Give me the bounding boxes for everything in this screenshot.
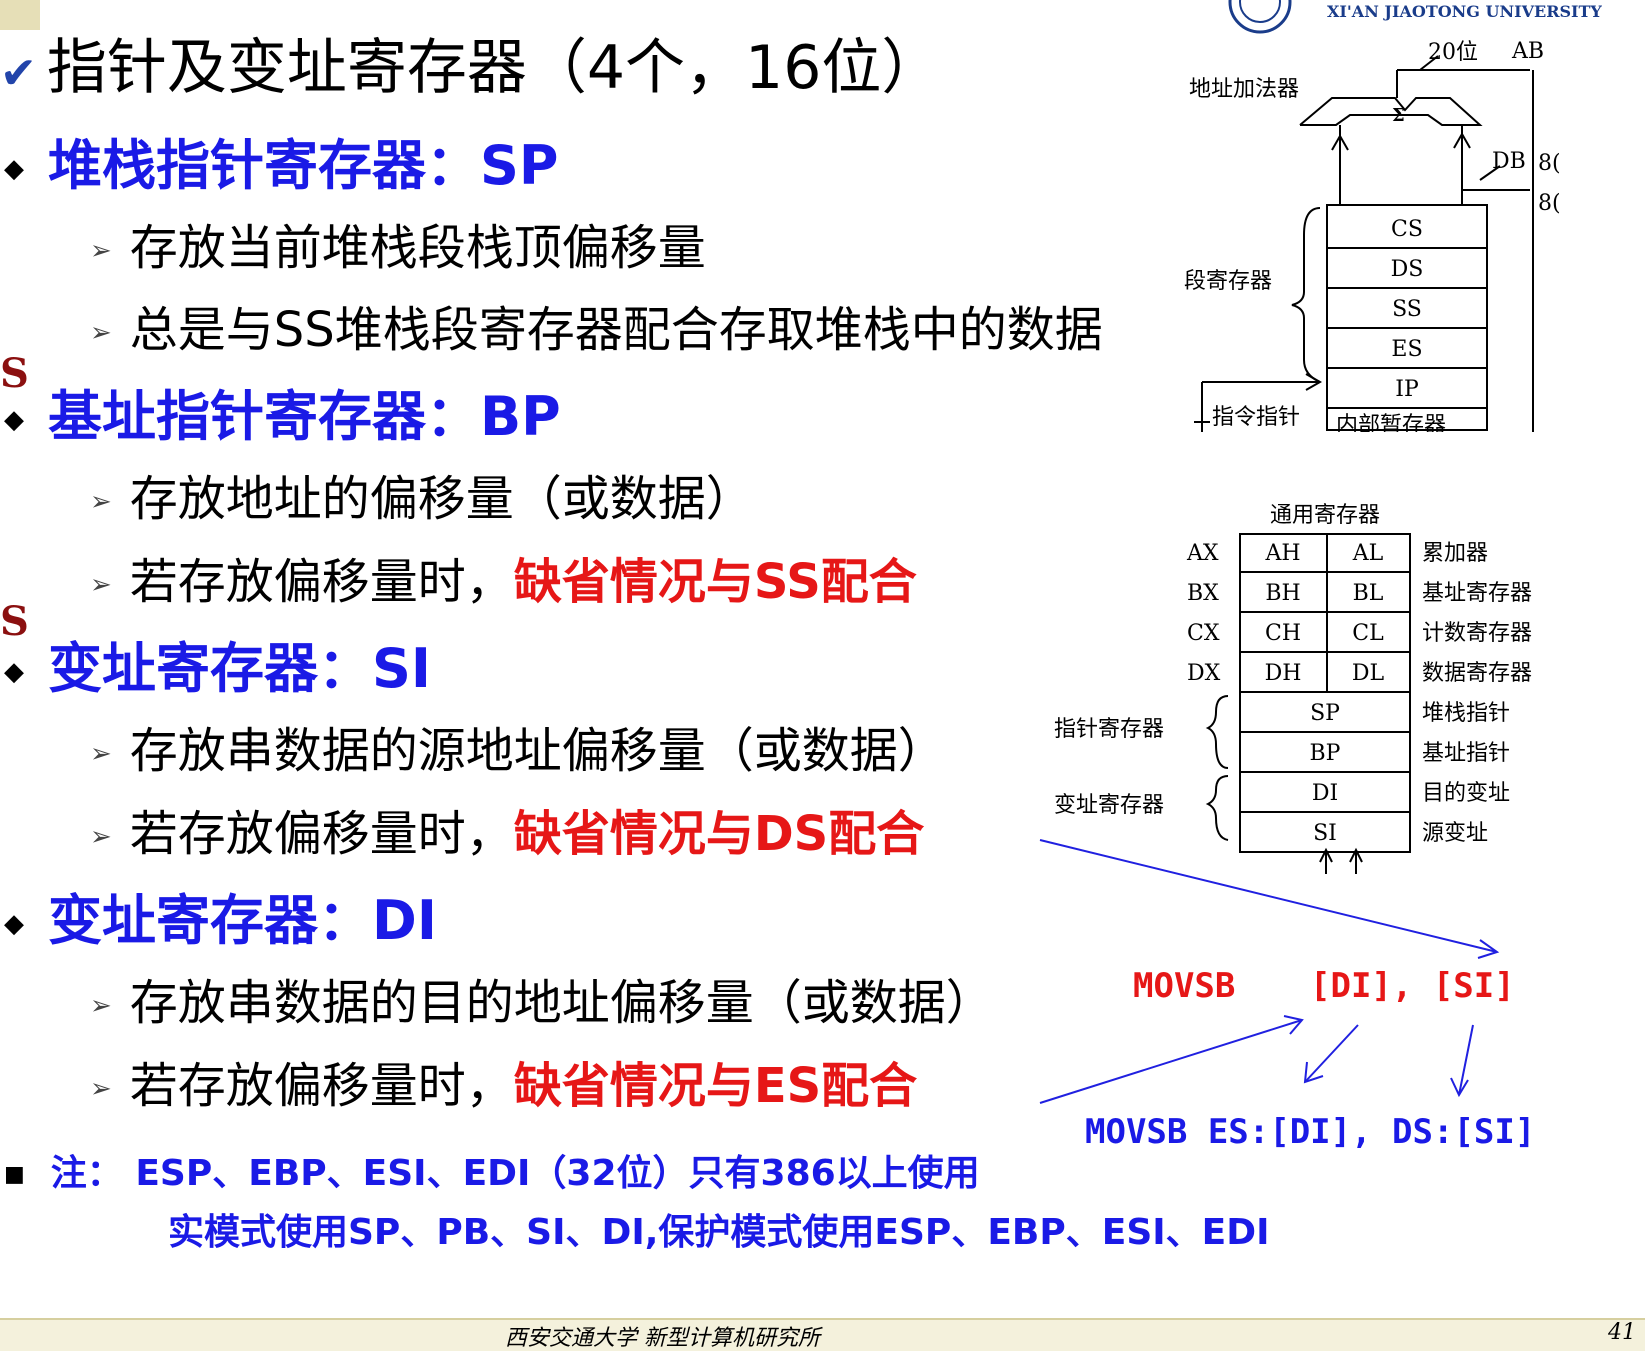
adder-label: 地址加法器 bbox=[1189, 77, 1299, 102]
general-registers-title: 通用寄存器 bbox=[1270, 503, 1380, 528]
desc-di: 目的变址 bbox=[1422, 781, 1510, 806]
highlight-text: 缺省情况与DS配合 bbox=[513, 806, 925, 862]
arrow-si-down bbox=[1458, 1024, 1474, 1096]
footer-bar: 西安交通大学 新型计算机研究所 41 bbox=[0, 1318, 1645, 1351]
db-width-cut: 8( bbox=[1538, 151, 1561, 176]
check-icon: ✔ bbox=[0, 48, 37, 99]
arrow-bullet-icon: ➢ bbox=[90, 991, 112, 1021]
title-text: 指针及变址寄存器（4个，16位） bbox=[46, 33, 942, 103]
segment-group-label: 段寄存器 bbox=[1184, 269, 1272, 294]
diamond-bullet-icon: ◆ bbox=[4, 909, 24, 940]
arrowhead-icon bbox=[1477, 939, 1500, 959]
logo-text: XI'AN JIAOTONG UNIVERSITY bbox=[1327, 2, 1602, 21]
pointer-label: 指令指针 bbox=[1212, 405, 1300, 430]
reg-bp: BP bbox=[1310, 741, 1341, 766]
note-line-2: 实模式使用SP、PB、SI、DI,保护模式使用ESP、EBP、ESI、EDI bbox=[168, 1212, 1270, 1253]
db-width-cut: 8( bbox=[1538, 191, 1561, 216]
pointer-group-label: 指针寄存器 bbox=[1054, 717, 1164, 742]
footer-institute: 西安交通大学 新型计算机研究所 bbox=[505, 1326, 820, 1351]
reg-ah: AH bbox=[1264, 541, 1300, 566]
corner-block bbox=[0, 0, 40, 30]
arrowhead-icon bbox=[1283, 1015, 1304, 1035]
section-heading-di: ◆ 变址寄存器：DI bbox=[4, 889, 437, 952]
reg-cx: CX bbox=[1187, 621, 1220, 646]
highlight-text: 缺省情况与SS配合 bbox=[513, 554, 917, 610]
desc-bx: 基址寄存器 bbox=[1422, 581, 1532, 606]
sigma-label: Σ bbox=[1392, 105, 1405, 126]
reg-bh: BH bbox=[1265, 581, 1300, 606]
ab-label: AB bbox=[1511, 39, 1544, 64]
arrow-bullet-icon: ➢ bbox=[90, 318, 112, 348]
arrow-bullet-icon: ➢ bbox=[90, 487, 112, 517]
desc-cx: 计数寄存器 bbox=[1422, 621, 1532, 646]
desc-si: 源变址 bbox=[1422, 821, 1488, 846]
note-line-1: ■ 注： ESP、EBP、ESI、EDI（32位）只有386以上使用 bbox=[4, 1153, 980, 1194]
bus-width-label: 20位 bbox=[1428, 40, 1478, 65]
reg-dl: DL bbox=[1352, 661, 1385, 686]
code-full: MOVSB ES:[DI], DS:[SI] bbox=[1085, 1112, 1536, 1152]
reg-bl: BL bbox=[1353, 581, 1384, 606]
list-item: ➢ 若存放偏移量时，缺省情况与SS配合 bbox=[90, 554, 917, 610]
list-item: ➢ 若存放偏移量时，缺省情况与ES配合 bbox=[90, 1058, 918, 1114]
reg-cs: CS bbox=[1391, 217, 1423, 242]
arrow-es-to-di bbox=[1039, 1019, 1303, 1104]
section-heading-bp: ◆ 基址指针寄存器：BP bbox=[4, 385, 561, 448]
arrow-bullet-icon: ➢ bbox=[90, 236, 112, 266]
reg-bx: BX bbox=[1187, 581, 1219, 606]
list-item: ➢ 存放地址的偏移量（或数据） bbox=[90, 471, 754, 527]
reg-dx: DX bbox=[1187, 661, 1221, 686]
desc-bp: 基址指针 bbox=[1422, 741, 1510, 766]
section-heading-si: ◆ 变址寄存器：SI bbox=[4, 637, 431, 700]
reg-ss: SS bbox=[1392, 297, 1422, 322]
reg-ip: IP bbox=[1395, 377, 1419, 402]
desc-sp: 堆栈指针 bbox=[1422, 701, 1510, 726]
code-operands: [DI], [SI] bbox=[1310, 966, 1515, 1006]
desc-ax: 累加器 bbox=[1422, 541, 1488, 566]
arrow-bullet-icon: ➢ bbox=[90, 1074, 112, 1104]
index-group-label: 变址寄存器 bbox=[1054, 793, 1164, 818]
reg-ax: AX bbox=[1186, 541, 1219, 566]
page-number: 41 bbox=[1608, 1320, 1636, 1345]
reg-cl: CL bbox=[1352, 621, 1384, 646]
list-item: ➢ 存放串数据的源地址偏移量（或数据） bbox=[90, 723, 946, 779]
temp-register-label: 内部暂存器 bbox=[1336, 413, 1446, 432]
reg-si: SI bbox=[1313, 821, 1337, 846]
square-bullet-icon: ■ bbox=[4, 1162, 25, 1187]
diamond-bullet-icon: ◆ bbox=[4, 657, 24, 688]
reg-sp: SP bbox=[1310, 701, 1340, 726]
reg-al: AL bbox=[1352, 541, 1384, 566]
reg-dh: DH bbox=[1265, 661, 1302, 686]
diamond-bullet-icon: ◆ bbox=[4, 154, 24, 185]
slide-title: ✔ 指针及变址寄存器（4个，16位） bbox=[0, 28, 941, 114]
eu-register-diagram: 通用寄存器 AX AH AL 累加器 BX BH BL 基址寄存器 CX CH … bbox=[1054, 503, 1532, 874]
list-item: ➢ 总是与SS堆栈段寄存器配合存取堆栈中的数据 bbox=[90, 302, 1103, 358]
desc-dx: 数据寄存器 bbox=[1422, 661, 1532, 686]
highlight-text: 缺省情况与ES配合 bbox=[513, 1058, 918, 1114]
list-item: ➢ 存放当前堆栈段栈顶偏移量 bbox=[90, 220, 706, 276]
list-item: ➢ 若存放偏移量时，缺省情况与DS配合 bbox=[90, 806, 925, 862]
reg-ds: DS bbox=[1391, 257, 1424, 282]
section-heading-sp: ◆ 堆栈指针寄存器：SP bbox=[4, 134, 559, 197]
arrowhead-icon bbox=[1450, 1077, 1469, 1098]
arrowhead-icon bbox=[1303, 1061, 1324, 1084]
arrow-bullet-icon: ➢ bbox=[90, 822, 112, 852]
biu-diagram: 地址加法器 Σ 20位 AB DB 8( 8( 段寄存器 CS DS SS ES… bbox=[1184, 39, 1561, 432]
reg-es: ES bbox=[1391, 337, 1422, 362]
reg-di: DI bbox=[1312, 781, 1338, 806]
diamond-bullet-icon: ◆ bbox=[4, 405, 24, 436]
arrow-bullet-icon: ➢ bbox=[90, 739, 112, 769]
university-logo: XI'AN JIAOTONG UNIVERSITY bbox=[1222, 0, 1645, 34]
db-label: DB bbox=[1492, 149, 1526, 174]
code-movsb: MOVSB bbox=[1133, 966, 1236, 1006]
reg-ch: CH bbox=[1265, 621, 1301, 646]
list-item: ➢ 存放串数据的目的地址偏移量（或数据） bbox=[90, 975, 994, 1031]
arrow-bullet-icon: ➢ bbox=[90, 570, 112, 600]
arrow-di-down bbox=[1304, 1024, 1359, 1083]
